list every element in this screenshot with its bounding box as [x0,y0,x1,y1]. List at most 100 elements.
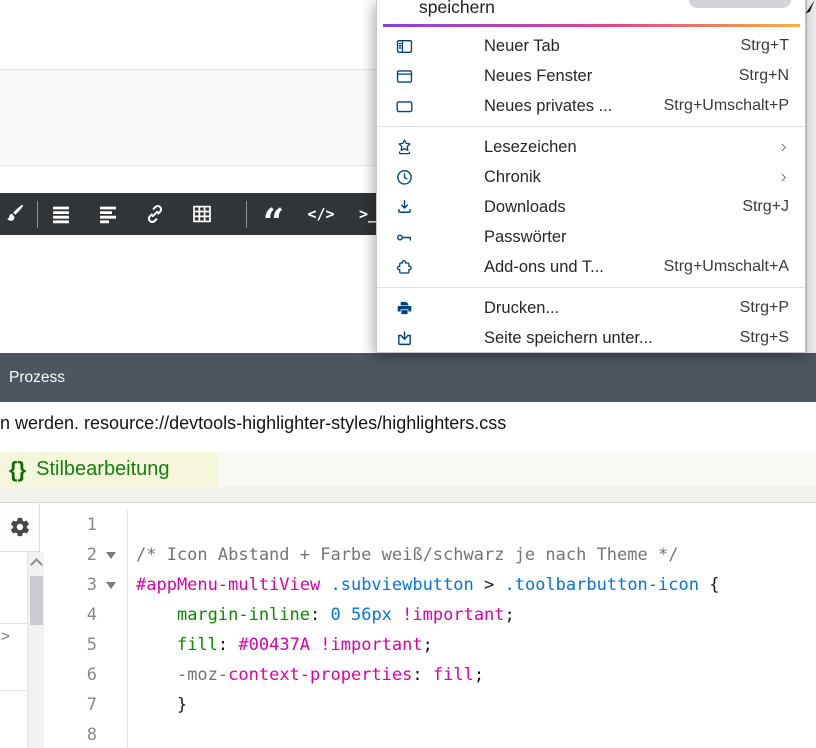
line-number[interactable]: 5 [45,630,97,660]
menu-header-button[interactable] [689,0,791,8]
code-token: : [310,605,330,625]
menu-item-new-private-window[interactable]: Neues privates ... Strg+Umschalt+P [377,91,805,121]
menu-item-label: Neues Fenster [484,67,739,86]
menu-item-new-tab[interactable]: Neuer Tab Strg+T [377,31,805,61]
list-item-chevron-icon[interactable]: > [1,628,10,645]
menu-item-history[interactable]: Chronik [377,162,805,192]
menu-item-shortcut: Strg+P [740,299,789,317]
code-token: 0 56px [331,605,392,625]
message-text: n werden. resource://devtools-highlighte… [0,413,506,434]
menu-item-shortcut: Strg+T [741,37,789,55]
code-row: 6 -moz-context-properties: fill; [45,660,816,690]
code-token: context-properties [228,665,412,685]
scrollbar-thumb[interactable] [30,576,43,625]
private-window-icon [395,97,414,116]
code-token: fill [433,665,474,685]
list-icon[interactable] [48,201,74,227]
table-icon[interactable] [189,201,215,227]
line-number[interactable]: 4 [45,600,97,630]
menu-item-label: Passwörter [484,228,789,247]
code-token: ; [423,635,433,655]
line-number[interactable]: 6 [45,660,97,690]
code-row: 7 } [45,690,816,720]
menu-item-addons[interactable]: Add-ons und T... Strg+Umschalt+A [377,252,805,282]
gear-icon [9,516,31,538]
save-page-icon [395,329,414,348]
code-line[interactable]: /* Icon Abstand + Farbe weiß/schwarz je … [128,540,678,570]
tab-label: Stilbearbeitung [36,458,169,481]
menu-item-bookmarks[interactable]: Lesezeichen [377,132,805,162]
history-clock-icon [395,168,414,187]
menu-item-label: Drucken... [484,299,740,318]
code-row: 4 margin-inline: 0 56px !important; [45,600,816,630]
line-number[interactable]: 7 [45,690,97,720]
code-icon[interactable]: </> [308,201,334,227]
code-row: 3 #appMenu-multiView .subviewbutton > .to… [45,570,816,600]
list-separator [0,690,27,691]
tab-style-editor[interactable]: {} Stilbearbeitung [0,452,218,487]
fold-marker[interactable] [97,570,128,600]
line-number[interactable]: 3 [45,570,97,600]
settings-button[interactable] [0,503,40,552]
line-number[interactable]: 8 [45,720,97,748]
code-line[interactable] [128,510,136,540]
list-separator [0,623,27,624]
code-line[interactable] [128,720,136,748]
style-editor-pane: > 12 /* Icon Abstand + Farbe weiß/schwarz… [0,503,816,748]
code-line[interactable]: fill: #00437A !important; [128,630,433,660]
menu-item-new-window[interactable]: Neues Fenster Strg+N [377,61,805,91]
fold-gutter [97,690,128,720]
menu-item-print[interactable]: Drucken... Strg+P [377,293,805,323]
code-token: #00437A !important [238,635,422,655]
menu-item-save-page[interactable]: Seite speichern unter... Strg+S [377,323,805,353]
code-token: : [412,665,432,685]
devtools-tab-bar: {} Stilbearbeitung [0,452,816,487]
list-scrollbar[interactable] [27,552,44,748]
line-number[interactable]: 2 [45,540,97,570]
line-number[interactable]: 1 [45,510,97,540]
align-icon[interactable] [95,201,121,227]
code-token: margin-inline [177,605,310,625]
fold-gutter [97,510,128,540]
code-token: .subviewbutton [330,575,473,595]
code-row: 2 /* Icon Abstand + Farbe weiß/schwarz je… [45,540,816,570]
printer-icon [395,299,414,318]
key-icon [395,228,414,247]
code-row: 8 [45,720,816,748]
message-row: n werden. resource://devtools-highlighte… [0,402,816,452]
toolbar-divider [246,201,247,228]
menu-item-shortcut: Strg+Umschalt+P [664,97,789,115]
puzzle-icon [395,258,414,277]
menu-item-shortcut: Strg+Umschalt+A [664,258,789,276]
new-tab-icon [395,37,414,56]
menu-item-passwords[interactable]: Passwörter [377,222,805,252]
menu-separator [377,287,805,288]
code-token [320,575,330,595]
menu-item-label: Add-ons und T... [484,258,664,277]
tab-bar-lower-strip [0,487,816,503]
code-token: fill [177,635,218,655]
code-token: #appMenu-multiView [136,575,320,595]
process-bar: Prozess [0,353,816,402]
fold-gutter [97,660,128,690]
toolbar-divider [37,201,38,228]
editor-toolbar: “ </> >_ [0,193,390,235]
scroll-up-icon[interactable] [30,558,43,571]
quote-icon[interactable]: “ [257,193,287,235]
chevron-right-icon [778,139,789,156]
code-line[interactable]: margin-inline: 0 56px !important; [128,600,515,630]
link-icon[interactable] [142,201,168,227]
code-editor[interactable]: 12 /* Icon Abstand + Farbe weiß/schwarz j… [45,503,816,748]
menu-item-label: Seite speichern unter... [484,329,740,348]
fold-triangle-icon[interactable] [106,582,116,589]
fold-triangle-icon[interactable] [106,552,116,559]
code-line[interactable]: #appMenu-multiView .subviewbutton > .too… [128,570,719,600]
fold-marker[interactable] [97,540,128,570]
menu-item-shortcut: Strg+S [740,329,789,347]
code-line[interactable]: -moz-context-properties: fill; [128,660,484,690]
menu-item-downloads[interactable]: Downloads Strg+J [377,192,805,222]
menu-item-shortcut: Strg+N [739,67,789,85]
paintbrush-icon[interactable] [1,201,27,227]
chevron-right-icon [778,169,789,186]
code-line[interactable]: } [128,690,187,720]
